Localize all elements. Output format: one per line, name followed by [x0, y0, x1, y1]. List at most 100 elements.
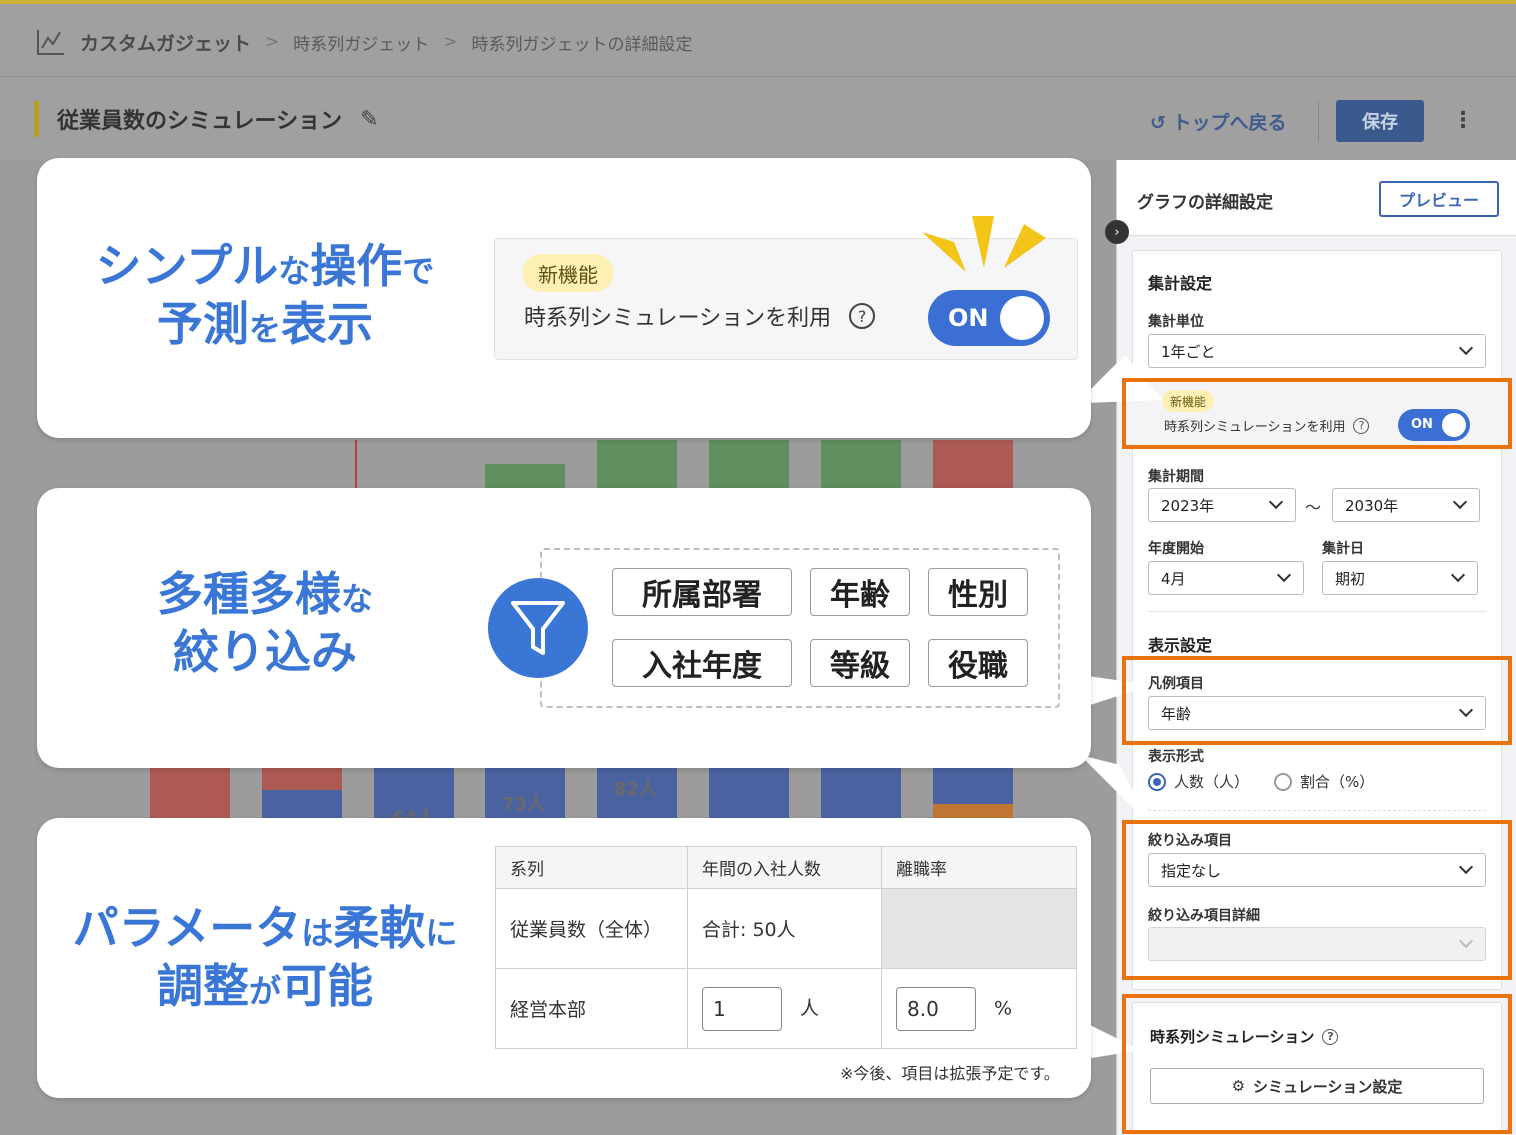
- header-separator: [1318, 102, 1319, 142]
- chart-bar: [262, 790, 342, 818]
- pencil-icon[interactable]: ✎: [360, 107, 378, 132]
- headline-text: は: [301, 914, 334, 952]
- table-cell: 合計: 50人: [687, 888, 882, 969]
- aggregate-section-title: 集計設定: [1148, 274, 1213, 293]
- headline-text: シンプル: [95, 239, 279, 293]
- callout2-headline: 多種多様な 絞り込み: [60, 566, 470, 681]
- agg-day-label: 集計日: [1322, 541, 1364, 557]
- chart-bar: [933, 768, 1013, 804]
- fy-start-label: 年度開始: [1148, 541, 1204, 557]
- header-divider: [0, 76, 1516, 77]
- filter-chip-age[interactable]: 年齢: [810, 568, 910, 616]
- undo-icon: ↺: [1150, 112, 1173, 134]
- hires-unit: 人: [800, 997, 820, 1019]
- unit-value: 1年ごと: [1161, 342, 1216, 361]
- highlight-frame: [1122, 994, 1512, 1134]
- toggle-state-label: ON: [948, 304, 989, 332]
- radio-unselected-icon: [1274, 772, 1292, 791]
- unit-select[interactable]: 1年ごと: [1148, 334, 1486, 368]
- headline-text: 予測: [156, 296, 249, 351]
- section-divider: [1148, 810, 1486, 811]
- chevron-right-icon[interactable]: ›: [1105, 220, 1129, 244]
- breadcrumb-item-timeseries-gadget[interactable]: 時系列ガジェット: [293, 30, 429, 55]
- highlight-frame: [1122, 378, 1512, 449]
- feature-label: 時系列シミュレーションを利用?: [524, 300, 876, 332]
- breadcrumb: カスタムガジェット > 時系列ガジェット > 時系列ガジェットの詳細設定: [36, 28, 693, 56]
- section-divider: [1148, 611, 1486, 612]
- back-to-top-link[interactable]: ↺ トップへ戻る: [1150, 108, 1287, 135]
- headline-text: 柔軟: [333, 901, 426, 955]
- turnover-rate-input[interactable]: 8.0: [896, 986, 976, 1031]
- fy-start-select[interactable]: 4月: [1148, 561, 1304, 595]
- headline-text: 可能: [281, 958, 373, 1013]
- chevron-down-icon: [1276, 567, 1292, 583]
- chevron-down-icon: [1458, 340, 1474, 356]
- format-radio-ratio[interactable]: 割合（%）: [1274, 771, 1374, 792]
- chevron-down-icon: [1450, 567, 1466, 583]
- title-accent-bar: [34, 101, 39, 137]
- feature-label-text: 時系列シミュレーションを利用: [524, 306, 832, 331]
- title-bar: 従業員数のシミュレーション ✎: [34, 100, 379, 138]
- filter-funnel-icon: [488, 578, 588, 678]
- page-title: 従業員数のシミュレーション: [57, 109, 343, 134]
- chevron-down-icon: [1268, 494, 1284, 510]
- back-to-top-label: トップへ戻る: [1172, 112, 1287, 134]
- filter-chip-gender[interactable]: 性別: [928, 568, 1028, 616]
- help-icon[interactable]: ?: [849, 303, 876, 329]
- headline-text: 操作: [310, 239, 403, 293]
- table-row: 従業員数（全体） 合計: 50人: [495, 888, 1077, 969]
- more-menu-icon[interactable]: ⋮: [1452, 108, 1474, 133]
- period-tilde: 〜: [1305, 498, 1322, 517]
- panel-header: グラフの詳細設定 プレビュー: [1117, 160, 1516, 236]
- callout1-headline: シンプルな操作で 予測を表示: [60, 238, 470, 353]
- table-row: 経営本部 1人 8.0%: [495, 968, 1077, 1049]
- breadcrumb-item-current: 時系列ガジェットの詳細設定: [471, 34, 693, 55]
- headline-text: に: [425, 914, 458, 952]
- period-start-value: 2023年: [1161, 496, 1215, 515]
- table-cell: 従業員数（全体）: [495, 888, 688, 969]
- app-header: カスタムガジェット > 時系列ガジェット > 時系列ガジェットの詳細設定 従業員…: [0, 4, 1516, 160]
- table-cell: [881, 888, 1077, 969]
- highlight-frame: [1122, 656, 1512, 745]
- chart-bar: [821, 768, 901, 818]
- preview-button[interactable]: プレビュー: [1379, 181, 1499, 217]
- table-header: 離職率: [881, 846, 1077, 889]
- period-end-value: 2030年: [1345, 496, 1399, 515]
- chart-bar: [933, 804, 1013, 818]
- chart-bar: [821, 440, 901, 494]
- period-label: 集計期間: [1148, 469, 1204, 485]
- breadcrumb-item-custom-gadget[interactable]: カスタムガジェット: [80, 29, 251, 56]
- chart-bar: [150, 768, 230, 818]
- period-end-select[interactable]: 2030年: [1332, 488, 1480, 522]
- filter-chip-position[interactable]: 役職: [928, 639, 1028, 687]
- table-cell: 8.0%: [881, 968, 1077, 1049]
- period-start-select[interactable]: 2023年: [1148, 488, 1296, 522]
- sim-toggle-switch-large[interactable]: ON: [928, 290, 1050, 346]
- save-button[interactable]: 保存: [1336, 100, 1424, 142]
- filter-chip-hire-year[interactable]: 入社年度: [612, 639, 792, 687]
- chart-bar: [933, 440, 1013, 494]
- filter-chip-grade[interactable]: 等級: [810, 639, 910, 687]
- parameter-table: 系列 年間の入社人数 離職率 従業員数（全体） 合計: 50人 経営本部 1人 …: [495, 846, 1077, 1049]
- display-section-title: 表示設定: [1148, 636, 1213, 655]
- breadcrumb-separator: >: [443, 32, 458, 52]
- highlight-frame: [1122, 820, 1512, 980]
- headline-text: を: [248, 309, 281, 348]
- format-radio-count[interactable]: 人数（人）: [1148, 771, 1249, 792]
- agg-day-select[interactable]: 期初: [1322, 561, 1478, 595]
- hires-input[interactable]: 1: [702, 986, 782, 1031]
- chart-data-label: 73人: [502, 794, 546, 815]
- unit-label: 集計単位: [1148, 314, 1204, 330]
- headline-text: が: [248, 971, 281, 1010]
- format-option-label: 割合（%）: [1300, 773, 1375, 791]
- headline-text: な: [340, 580, 373, 618]
- headline-text: な: [278, 252, 311, 290]
- rate-unit: %: [994, 997, 1013, 1019]
- agg-day-value: 期初: [1335, 569, 1366, 588]
- toggle-knob: [1000, 296, 1044, 340]
- filter-chip-department[interactable]: 所属部署: [612, 568, 792, 616]
- fy-start-value: 4月: [1161, 569, 1186, 588]
- table-cell: 経営本部: [495, 968, 688, 1049]
- headline-text: 調整: [156, 958, 249, 1013]
- headline-text: 表示: [281, 296, 373, 351]
